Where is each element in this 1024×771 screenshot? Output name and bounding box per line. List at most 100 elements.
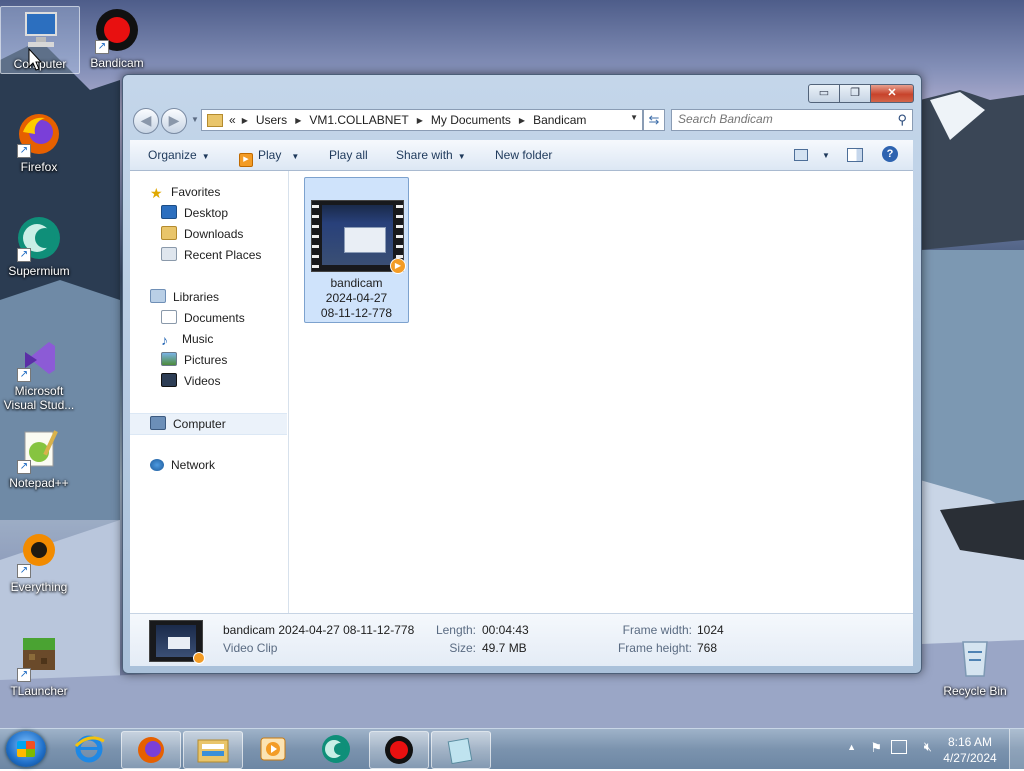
desktop-icon-notepadpp[interactable]: ↗ Notepad++ xyxy=(0,426,78,490)
search-icon[interactable]: ⚲ xyxy=(897,112,907,128)
shortcut-arrow-icon: ↗ xyxy=(17,144,31,158)
size-value: 49.7 MB xyxy=(482,641,527,655)
music-icon: ♪ xyxy=(161,332,168,348)
help-button[interactable]: ? xyxy=(882,146,898,162)
nav-label: Network xyxy=(171,458,216,472)
frame-height-value: 768 xyxy=(697,641,718,655)
taskbar-bandicam[interactable] xyxy=(369,731,429,769)
shortcut-arrow-icon: ↗ xyxy=(17,460,31,474)
taskbar-firefox[interactable] xyxy=(121,731,181,769)
desktop-icon-recycle-bin[interactable]: Recycle Bin xyxy=(936,634,1014,698)
file-name: bandicam 2024-04-27 08-11-12-778 xyxy=(320,276,393,320)
taskbar: ▲ ⚑ 🔇︎ 8:16 AM 4/27/2024 xyxy=(0,728,1024,769)
share-with-button[interactable]: Share with ▼ xyxy=(396,148,466,162)
nav-pictures[interactable]: Pictures xyxy=(130,350,287,370)
nav-favorites[interactable]: ★ Favorites xyxy=(130,182,287,202)
refresh-button[interactable]: ⇆ xyxy=(643,109,665,131)
address-dropdown-icon[interactable]: ▼ xyxy=(630,113,638,122)
details-thumbnail xyxy=(149,620,205,664)
taskbar-supermium[interactable] xyxy=(307,731,365,767)
view-icon xyxy=(794,149,808,161)
address-overflow[interactable]: « xyxy=(229,113,236,127)
search-box[interactable]: ⚲ xyxy=(671,109,913,131)
close-button[interactable]: ✕ xyxy=(871,84,914,103)
search-input[interactable] xyxy=(672,110,888,128)
shortcut-arrow-icon: ↗ xyxy=(95,40,109,54)
breadcrumb-bandicam[interactable]: Bandicam xyxy=(533,113,586,127)
change-view-button[interactable] xyxy=(794,149,808,164)
preview-pane-button[interactable] xyxy=(847,148,863,165)
chevron-down-icon: ▼ xyxy=(457,152,466,161)
desktop-icon-label: Bandicam xyxy=(90,56,144,70)
play-label: Play xyxy=(258,148,282,162)
shortcut-arrow-icon: ↗ xyxy=(17,368,31,382)
nav-music[interactable]: ♪ Music xyxy=(130,329,287,349)
desktop-icon-label: Recycle Bin xyxy=(943,684,1007,698)
forward-arrow-icon: ▶ xyxy=(168,112,180,128)
network-icon[interactable] xyxy=(891,740,907,754)
navigation-pane: ★ Favorites Desktop Downloads Recent Plac… xyxy=(130,171,289,613)
desktop-icon-visual-studio[interactable]: ↗ Microsoft Visual Stud... xyxy=(0,334,78,412)
nav-recent-places[interactable]: Recent Places xyxy=(130,245,287,265)
breadcrumb-vm1-collabnet[interactable]: VM1.COLLABNET xyxy=(309,113,408,127)
desktop-icon-firefox[interactable]: ↗ Firefox xyxy=(0,110,78,174)
back-button[interactable]: ◀ xyxy=(133,108,159,134)
taskbar-media-player[interactable] xyxy=(244,731,302,767)
clock[interactable]: 8:16 AM 4/27/2024 xyxy=(940,734,1000,766)
downloads-icon xyxy=(161,226,177,240)
desktop-icon-bandicam[interactable]: ↗ Bandicam xyxy=(78,6,156,70)
play-badge-icon: ▶ xyxy=(390,258,406,274)
nav-videos[interactable]: Videos xyxy=(130,371,287,391)
taskbar-windows-explorer[interactable] xyxy=(183,731,243,769)
nav-computer[interactable]: Computer xyxy=(130,413,287,435)
volume-muted-icon[interactable]: 🔇︎ xyxy=(924,739,932,755)
mouse-cursor-icon xyxy=(28,48,43,71)
breadcrumb-my-documents[interactable]: My Documents xyxy=(431,113,511,127)
show-desktop-button[interactable] xyxy=(1009,729,1024,769)
taskbar-notepad[interactable] xyxy=(431,731,491,769)
forward-button[interactable]: ▶ xyxy=(161,108,187,134)
nav-network[interactable]: Network xyxy=(130,455,287,475)
recent-pages-dropdown[interactable]: ▼ xyxy=(191,115,199,124)
refresh-icon: ⇆ xyxy=(648,112,660,127)
address-bar[interactable]: « ▶ Users ▶ VM1.COLLABNET ▶ My Documents… xyxy=(201,109,643,131)
action-center-flag-icon[interactable]: ⚑ xyxy=(870,740,882,756)
file-list[interactable]: ▶ bandicam 2024-04-27 08-11-12-778 xyxy=(289,171,913,613)
computer-icon xyxy=(150,416,166,430)
desktop-icon-tlauncher[interactable]: ↗ TLauncher xyxy=(0,634,78,698)
nav-label: Favorites xyxy=(171,185,221,199)
chevron-right-icon: ▶ xyxy=(518,115,526,125)
nav-documents[interactable]: Documents xyxy=(130,308,287,328)
breadcrumb-users[interactable]: Users xyxy=(256,113,287,127)
nav-desktop[interactable]: Desktop xyxy=(130,203,287,223)
size-label: Size: xyxy=(449,641,476,655)
desktop-icon-label: Everything xyxy=(10,580,68,594)
organize-button[interactable]: Organize ▼ xyxy=(148,148,210,162)
network-icon xyxy=(150,459,164,471)
libraries-icon xyxy=(150,289,166,303)
shortcut-arrow-icon: ↗ xyxy=(17,248,31,262)
length-label: Length: xyxy=(435,623,476,637)
view-options-dropdown[interactable]: ▼ xyxy=(817,147,830,161)
recent-places-icon xyxy=(161,247,177,261)
play-button[interactable]: ▶ Play ▼ xyxy=(239,148,299,167)
nav-downloads[interactable]: Downloads xyxy=(130,224,287,244)
videos-icon xyxy=(161,373,177,387)
desktop-icon-label: Supermium xyxy=(8,264,70,278)
play-all-button[interactable]: Play all xyxy=(329,148,368,162)
nav-libraries[interactable]: Libraries xyxy=(130,287,287,307)
new-folder-button[interactable]: New folder xyxy=(495,148,552,162)
maximize-button[interactable]: ❐ xyxy=(840,84,871,103)
desktop-icon-supermium[interactable]: ↗ Supermium xyxy=(0,214,78,278)
minimize-button[interactable]: ▭ xyxy=(808,84,840,103)
pictures-icon xyxy=(161,352,177,366)
internet-explorer-icon xyxy=(74,735,105,763)
show-hidden-icons-icon[interactable]: ▲ xyxy=(847,742,856,752)
documents-icon xyxy=(161,310,177,324)
start-button[interactable] xyxy=(6,731,46,767)
supermium-icon: ↗ xyxy=(15,214,63,262)
file-item[interactable]: ▶ bandicam 2024-04-27 08-11-12-778 xyxy=(304,177,409,323)
desktop-icon-everything[interactable]: ↗ Everything xyxy=(0,530,78,594)
taskbar-internet-explorer[interactable] xyxy=(60,731,118,767)
nav-label: Downloads xyxy=(184,227,244,241)
